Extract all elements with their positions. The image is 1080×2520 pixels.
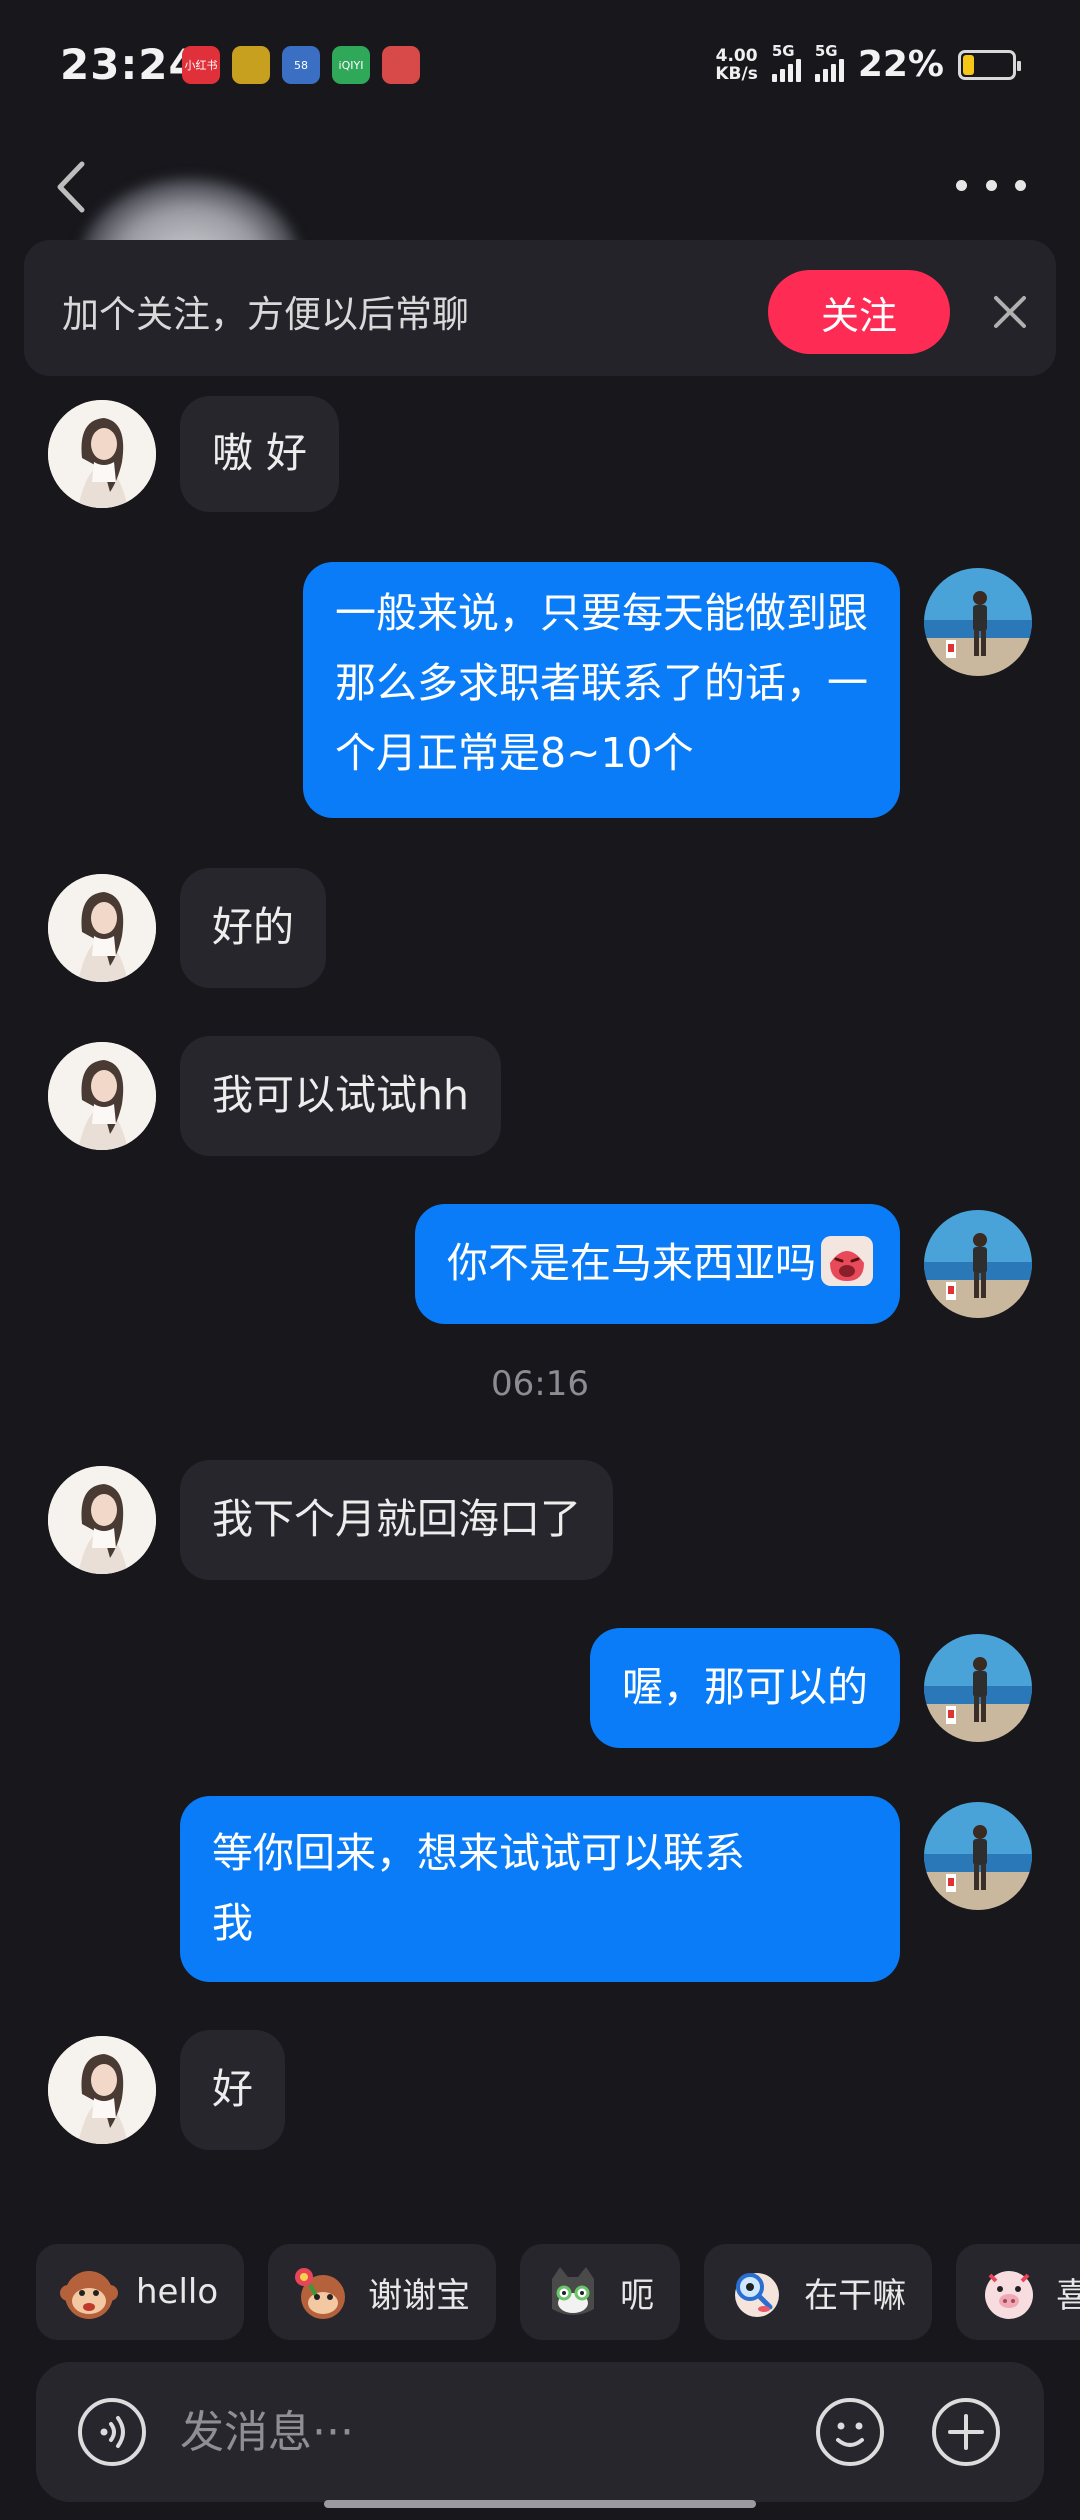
voice-input-icon[interactable] [76,2396,148,2468]
message-input-bar [36,2362,1044,2502]
outgoing-message[interactable]: 一般来说，只要每天能做到跟 那么多求职者联系了的话，一 个月正常是8~10个 [303,562,900,818]
magnifier-sticker-icon [735,2273,780,2317]
add-attachment-icon[interactable] [930,2396,1002,2468]
iqiyi-app-icon: iQIYI [332,46,370,84]
battery-percent: 22% [857,44,944,85]
incoming-message[interactable]: 我下个月就回海口了 [180,1460,613,1580]
message-input[interactable] [180,2392,820,2472]
app-icon [232,46,270,84]
monkey-flower-sticker-icon [295,2268,346,2319]
chat-header [0,120,1080,348]
app-icon [382,46,420,84]
home-indicator[interactable] [324,2500,756,2508]
my-avatar[interactable] [924,1802,1032,1910]
message-timestamp: 06:16 [491,1364,589,1404]
contact-avatar[interactable] [48,2036,156,2144]
outgoing-message[interactable]: 你不是在马来西亚吗 [415,1204,900,1324]
quick-reply-chip[interactable]: 喜 [956,2244,1080,2340]
status-bar: 23:24 小红书 58 iQIYI 4.00 KB/s 5G 5G 22% [0,0,1080,130]
network-speed: 4.00 KB/s [715,45,758,84]
contact-avatar[interactable] [48,400,156,508]
contact-avatar[interactable] [48,1042,156,1150]
quick-reply-chip[interactable]: 呃 [520,2244,681,2340]
back-arrow-icon[interactable] [44,150,96,220]
quick-reply-bar: hello 谢谢宝 呃 在干嘛 喜 [36,2244,1080,2340]
signal-icon: 5G [771,42,801,82]
incoming-message[interactable]: 嗷 好 [180,396,340,512]
crying-face-sticker-icon [821,1236,873,1286]
signal-icon: 5G [814,42,844,82]
follow-button[interactable]: 关注 [768,270,950,354]
more-options-icon[interactable] [956,170,1026,200]
quick-reply-chip[interactable]: 在干嘛 [704,2244,933,2340]
notification-icons: 小红书 58 iQIYI [182,46,420,84]
contact-avatar[interactable] [48,874,156,982]
follow-banner: 加个关注，方便以后常聊 关注 [24,240,1056,376]
incoming-message[interactable]: 好 [180,2030,285,2150]
outgoing-message[interactable]: 等你回来，想来试试可以联系 我 [180,1796,900,1982]
close-icon[interactable] [988,290,1032,334]
quick-reply-chip[interactable]: hello [36,2244,245,2340]
follow-prompt-text: 加个关注，方便以后常聊 [62,293,469,336]
incoming-message[interactable]: 我可以试试hh [180,1036,501,1156]
quick-reply-chip[interactable]: 谢谢宝 [268,2244,497,2340]
incoming-message[interactable]: 好的 [180,868,326,988]
pig-sticker-icon [985,2271,1034,2319]
emoji-icon[interactable] [814,2396,886,2468]
clock: 23:24 [60,40,199,89]
monkey-sticker-icon [60,2271,118,2319]
my-avatar[interactable] [924,568,1032,676]
outgoing-message[interactable]: 喔，那可以的 [590,1628,900,1748]
xiaohongshu-app-icon: 小红书 [182,46,220,84]
cat-sticker-icon [552,2267,595,2315]
battery-icon [958,49,1021,80]
my-avatar[interactable] [924,1634,1032,1742]
contact-avatar[interactable] [48,1466,156,1574]
58-app-icon: 58 [282,46,320,84]
my-avatar[interactable] [924,1210,1032,1318]
